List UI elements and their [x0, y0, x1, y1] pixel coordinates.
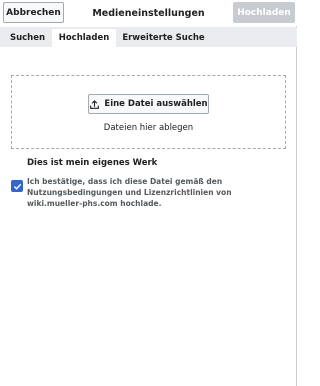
tab-search[interactable]: Suchen	[4, 29, 51, 47]
own-work-confirm-text: Ich bestätige, dass ich diese Datei gemä…	[27, 177, 232, 208]
file-dropzone[interactable]: Eine Datei auswählen Dateien hier ablege…	[11, 75, 286, 149]
upload-icon	[90, 99, 100, 109]
select-file-button[interactable]: Eine Datei auswählen	[88, 94, 209, 114]
media-settings-dialog: Abbrechen Medieneinstellungen Hochladen …	[0, 0, 297, 386]
tab-bar: Suchen Hochladen Erweiterte Suche	[0, 27, 297, 47]
own-work-checkbox[interactable]	[11, 180, 23, 192]
cancel-button[interactable]: Abbrechen	[3, 2, 64, 23]
select-file-label: Eine Datei auswählen	[104, 99, 208, 109]
dialog-title: Medieneinstellungen	[92, 7, 205, 19]
drop-hint: Dateien hier ablegen	[103, 123, 194, 133]
own-work-heading: Dies ist mein eigenes Werk	[27, 158, 158, 168]
dialog-header: Abbrechen Medieneinstellungen Hochladen	[0, 0, 297, 26]
tab-upload[interactable]: Hochladen	[52, 29, 116, 47]
upload-button[interactable]: Hochladen	[233, 2, 295, 23]
tab-advanced-search[interactable]: Erweiterte Suche	[117, 29, 210, 47]
checkmark-icon	[13, 183, 21, 190]
